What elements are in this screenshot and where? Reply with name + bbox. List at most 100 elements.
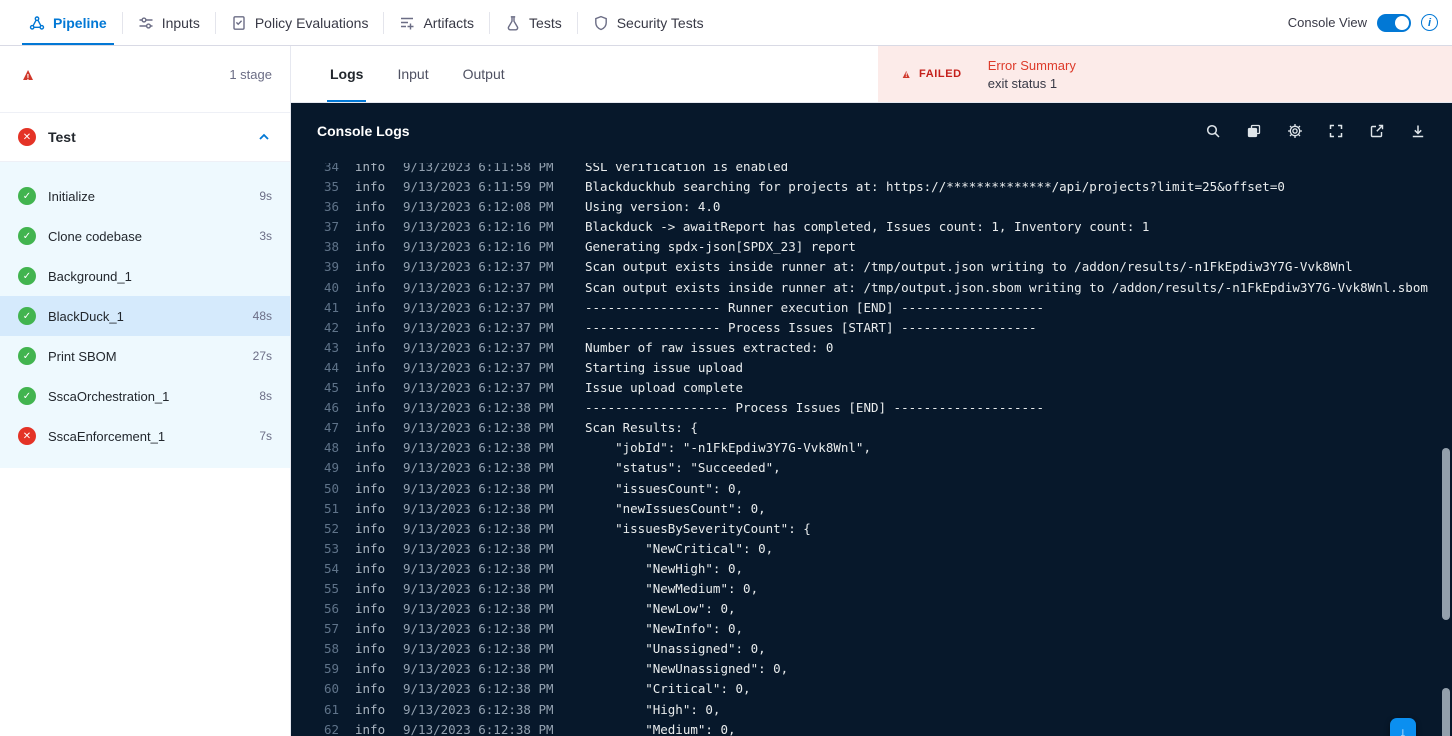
download-icon[interactable] [1410, 123, 1426, 139]
step-name: Initialize [48, 188, 95, 204]
app-window: Pipeline Inputs Policy Evaluations Artifact… [0, 0, 1452, 736]
failed-badge-label: FAILED [919, 68, 962, 80]
top-nav: Pipeline Inputs Policy Evaluations Artifact… [0, 0, 1452, 46]
log-message: Blackduckhub searching for projects at: … [585, 179, 1285, 195]
policy-icon [231, 15, 247, 31]
log-line-number: 40 [323, 279, 339, 295]
failed-badge: ▲! FAILED [900, 67, 962, 81]
tab-output[interactable]: Output [446, 46, 522, 102]
log-level: info [355, 299, 386, 315]
log-message: "High": 0, [585, 701, 721, 717]
copy-icon[interactable] [1246, 123, 1262, 139]
tab-label: Inputs [161, 14, 200, 31]
success-icon: ✓ [18, 227, 36, 245]
log-timestamp: 9/13/2023 6:12:16 PM [403, 219, 554, 235]
search-icon[interactable] [1205, 123, 1221, 139]
log-timestamp: 9/13/2023 6:12:38 PM [403, 560, 554, 576]
stage-count: 1 stage [229, 67, 272, 82]
log-message: "jobId": "-n1FkEpdiw3Y7G-Vvk8Wnl", [585, 440, 871, 456]
log-message: Scan output exists inside runner at: /tm… [585, 279, 1428, 295]
inputs-icon [138, 15, 154, 31]
fullscreen-icon[interactable] [1328, 123, 1344, 139]
log-timestamp: 9/13/2023 6:12:38 PM [403, 580, 554, 596]
step-print-sbom[interactable]: ✓ Print SBOM 27s [0, 336, 290, 376]
console-toolbar [1205, 123, 1426, 139]
log-line-56: 56 info 9/13/2023 6:12:38 PM "NewLow": 0, [317, 599, 1436, 619]
log-view-tabs: Logs Input Output [291, 46, 878, 102]
log-line-57: 57 info 9/13/2023 6:12:38 PM "NewInfo": 0, [317, 619, 1436, 639]
chevron-up-icon[interactable] [256, 129, 272, 145]
log-level: info [355, 440, 386, 456]
step-duration: 9s [259, 189, 272, 203]
tab-label: Policy Evaluations [254, 14, 369, 31]
step-name: SscaEnforcement_1 [48, 428, 166, 444]
step-clone-codebase[interactable]: ✓ Clone codebase 3s [0, 216, 290, 256]
step-sscaenforcement-1[interactable]: ✕ SscaEnforcement_1 7s [0, 416, 290, 456]
stage-name: Test [48, 129, 76, 145]
tab-policy-evaluations[interactable]: Policy Evaluations [216, 0, 384, 45]
info-icon[interactable]: i [1421, 14, 1438, 31]
log-level: info [355, 701, 386, 717]
log-line-41: 41 info 9/13/2023 6:12:37 PM --------------… [317, 298, 1436, 318]
failed-icon: ✕ [18, 427, 36, 445]
artifacts-icon [399, 15, 415, 31]
success-icon: ✓ [18, 267, 36, 285]
log-message: Generating spdx-json[SPDX_23] report [585, 239, 856, 255]
log-message: "Critical": 0, [585, 681, 751, 697]
log-message: Issue upload complete [585, 380, 744, 396]
log-line-43: 43 info 9/13/2023 6:12:37 PM Number of raw … [317, 338, 1436, 358]
log-line-58: 58 info 9/13/2023 6:12:38 PM "Unassigned":… [317, 639, 1436, 659]
log-level: info [355, 239, 386, 255]
log-line-number: 43 [323, 339, 339, 355]
log-line-51: 51 info 9/13/2023 6:12:38 PM "newIssuesCou… [317, 499, 1436, 519]
tab-label: Pipeline [53, 14, 107, 31]
console-view-toggle[interactable] [1377, 13, 1411, 32]
tab-artifacts[interactable]: Artifacts [384, 0, 489, 45]
log-line-34: 34 info 9/13/2023 6:11:58 PM SSL verificati… [317, 163, 1436, 177]
step-sscaorchestration-1[interactable]: ✓ SscaOrchestration_1 8s [0, 376, 290, 416]
tab-logs[interactable]: Logs [313, 46, 380, 102]
success-icon: ✓ [18, 187, 36, 205]
scrollbar-thumb[interactable] [1442, 448, 1450, 620]
open-in-new-icon[interactable] [1369, 123, 1385, 139]
log-level: info [355, 641, 386, 657]
log-level: info [355, 520, 386, 536]
log-line-59: 59 info 9/13/2023 6:12:38 PM "NewUnassigne… [317, 659, 1436, 679]
step-blackduck-1[interactable]: ✓ BlackDuck_1 48s [0, 296, 290, 336]
log-level: info [355, 339, 386, 355]
log-line-49: 49 info 9/13/2023 6:12:38 PM "status": "Su… [317, 458, 1436, 478]
log-line-number: 57 [323, 621, 339, 637]
step-background-1[interactable]: ✓ Background_1 [0, 256, 290, 296]
pipeline-nav-tabs: Pipeline Inputs Policy Evaluations Artifact… [14, 0, 719, 45]
log-message: "newIssuesCount": 0, [585, 500, 766, 516]
tab-security-tests[interactable]: Security Tests [578, 0, 719, 45]
scroll-to-bottom-button[interactable]: ↓ [1390, 718, 1416, 736]
tab-inputs[interactable]: Inputs [123, 0, 215, 45]
log-level: info [355, 199, 386, 215]
log-message: "Medium": 0, [585, 721, 736, 736]
success-icon: ✓ [18, 387, 36, 405]
sidebar-header: ▲! 1 stage [0, 46, 290, 103]
log-level: info [355, 721, 386, 736]
tab-input[interactable]: Input [380, 46, 445, 102]
pipeline-icon [29, 15, 45, 31]
console-header: Console Logs [291, 103, 1452, 159]
log-line-47: 47 info 9/13/2023 6:12:38 PM Scan Results: … [317, 418, 1436, 438]
log-line-48: 48 info 9/13/2023 6:12:38 PM "jobId": "-n1… [317, 438, 1436, 458]
tab-pipeline[interactable]: Pipeline [14, 0, 122, 45]
step-initialize[interactable]: ✓ Initialize 9s [0, 176, 290, 216]
log-line-number: 49 [323, 460, 339, 476]
main-tabbar: Logs Input Output ▲! FAILED Error Summary … [291, 46, 1452, 103]
tab-label: Artifacts [423, 14, 475, 31]
stage-row-test[interactable]: ✕ Test [0, 112, 290, 162]
scrollbar-thumb-bottom[interactable] [1442, 688, 1450, 736]
log-message: "Unassigned": 0, [585, 641, 766, 657]
log-message: "status": "Succeeded", [585, 460, 781, 476]
log-level: info [355, 661, 386, 677]
log-timestamp: 9/13/2023 6:12:38 PM [403, 721, 554, 736]
settings-icon[interactable] [1287, 123, 1303, 139]
log-level: info [355, 681, 386, 697]
log-message: Scan output exists inside runner at: /tm… [585, 259, 1353, 275]
log-timestamp: 9/13/2023 6:12:38 PM [403, 601, 554, 617]
tab-tests[interactable]: Tests [490, 0, 577, 45]
